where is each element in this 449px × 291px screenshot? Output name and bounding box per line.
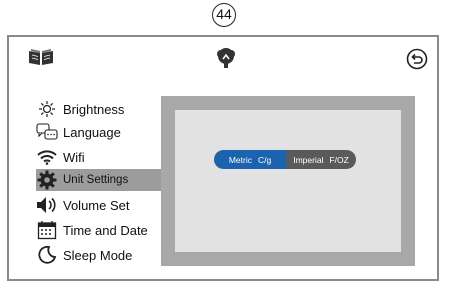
metric-toggle-button[interactable]: Metric C/g [214,150,286,169]
page-number: 44 [212,3,236,27]
menu-item-brightness[interactable]: Brightness [36,98,124,120]
logo-icon [217,48,235,68]
menu-item-language[interactable]: Language [36,121,121,143]
imperial-label: Imperial [293,154,324,165]
menu-label-wifi: Wifi [63,149,85,165]
metric-label: Metric [228,154,252,165]
menu-label-time-and-date: Time and Date [63,222,148,238]
back-icon[interactable] [406,48,428,70]
menu-item-time-and-date[interactable]: Time and Date [36,219,148,241]
metric-units: C/g [257,154,272,165]
wifi-icon [36,147,58,167]
menu-item-sleep-mode[interactable]: Sleep Mode [36,244,132,266]
brightness-icon [36,99,58,119]
calendar-icon [36,220,58,240]
imperial-units: F/OZ [329,154,349,165]
menu-label-brightness: Brightness [63,101,125,117]
book-icon[interactable] [28,48,54,66]
menu-label-unit-settings: Unit Settings [63,174,129,186]
language-icon [36,122,58,142]
imperial-toggle-button[interactable]: Imperial F/OZ [286,150,356,169]
settings-panel-content [175,110,401,252]
menu-item-wifi[interactable]: Wifi [36,146,85,168]
menu-label-language: Language [63,124,121,140]
speaker-icon [36,195,58,215]
menu-item-unit-settings[interactable]: Unit Settings [36,169,163,191]
gear-icon [36,170,58,190]
menu-item-volume-set[interactable]: Volume Set [36,194,130,216]
sleep-icon [36,245,58,265]
menu-label-sleep-mode: Sleep Mode [63,247,133,263]
menu-label-volume-set: Volume Set [63,197,130,213]
